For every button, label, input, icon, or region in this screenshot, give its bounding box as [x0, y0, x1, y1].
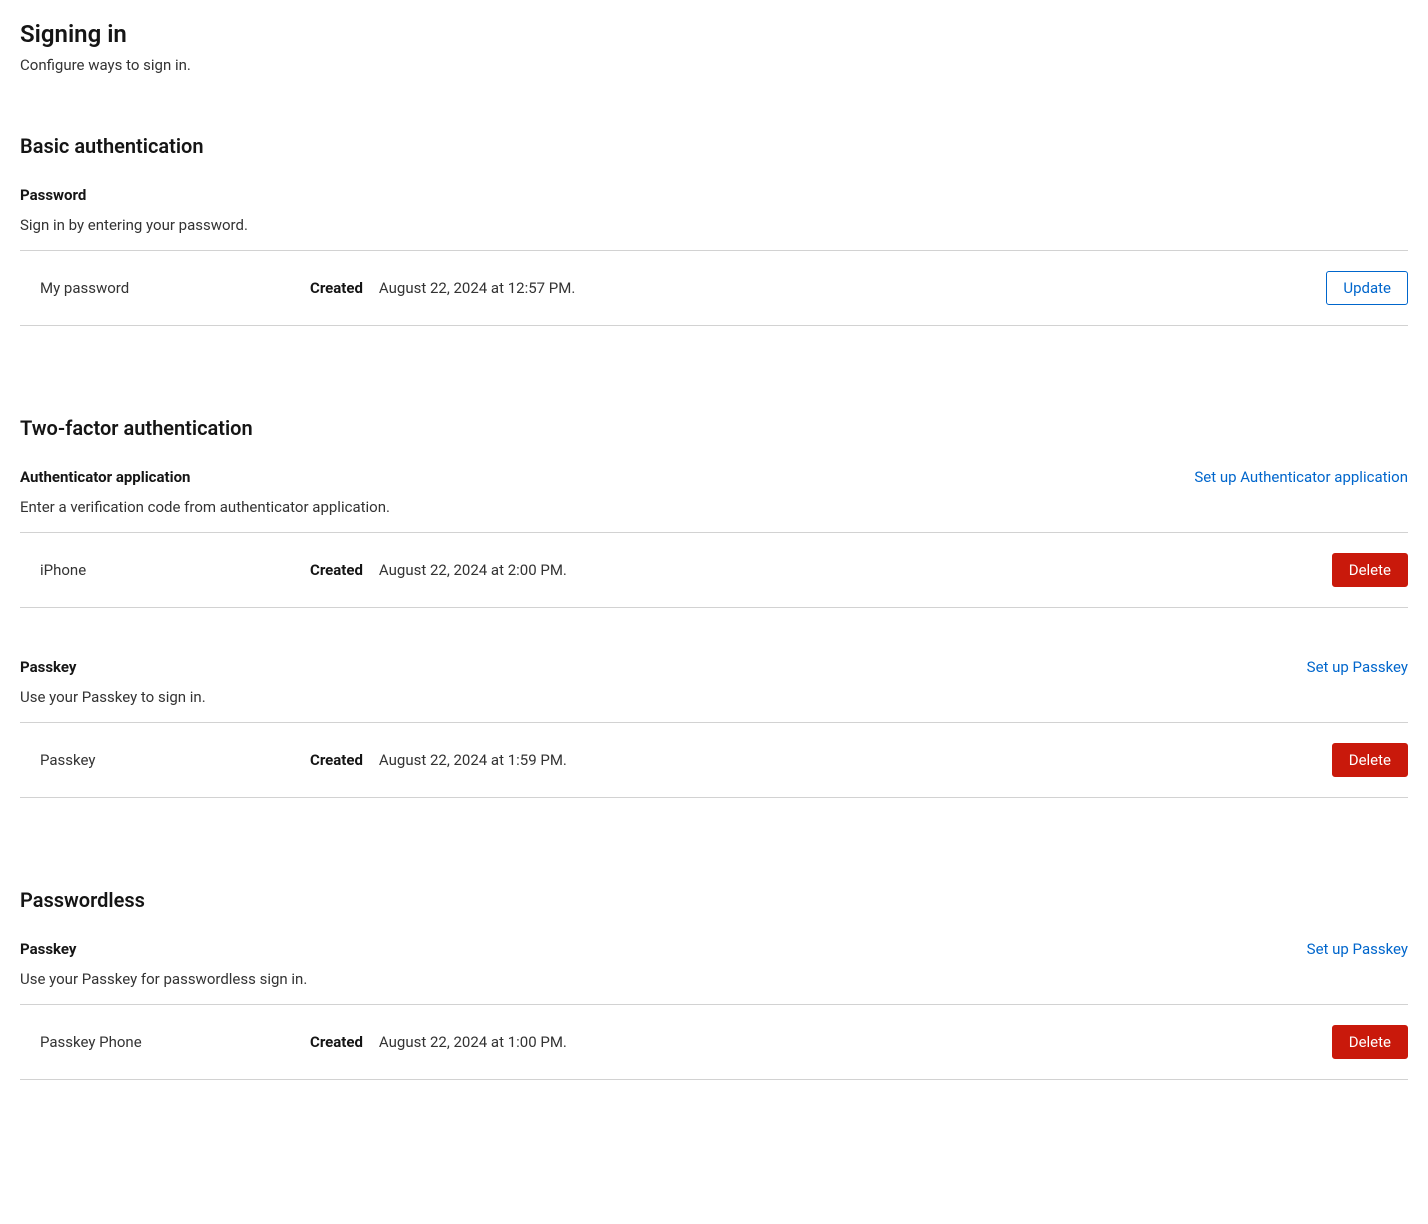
- authapp-created-value: August 22, 2024 at 2:00 PM.: [379, 561, 1332, 579]
- twofactor-passkey-created-label: Created: [310, 751, 363, 769]
- subsection-passwordless-passkey: Passkey Use your Passkey for passwordles…: [20, 940, 1408, 1080]
- passwordless-passkey-item-name: Passkey Phone: [40, 1033, 310, 1051]
- setup-twofactor-passkey-link[interactable]: Set up Passkey: [1307, 658, 1408, 676]
- section-twofactor-title: Two-factor authentication: [20, 416, 1408, 440]
- page-title: Signing in: [20, 20, 1408, 48]
- update-password-button[interactable]: Update: [1326, 271, 1408, 305]
- authapp-desc: Enter a verification code from authentic…: [20, 498, 390, 516]
- password-desc: Sign in by entering your password.: [20, 216, 248, 234]
- subsection-twofactor-passkey: Passkey Use your Passkey to sign in. Set…: [20, 658, 1408, 798]
- passwordless-passkey-title: Passkey: [20, 940, 307, 958]
- twofactor-passkey-created-value: August 22, 2024 at 1:59 PM.: [379, 751, 1332, 769]
- authapp-title: Authenticator application: [20, 468, 390, 486]
- delete-twofactor-passkey-button[interactable]: Delete: [1332, 743, 1408, 777]
- subsection-authapp: Authenticator application Enter a verifi…: [20, 468, 1408, 608]
- twofactor-passkey-desc: Use your Passkey to sign in.: [20, 688, 206, 706]
- setup-authapp-link[interactable]: Set up Authenticator application: [1194, 468, 1408, 486]
- subsection-password: Password Sign in by entering your passwo…: [20, 186, 1408, 326]
- password-item-row: My password Created August 22, 2024 at 1…: [20, 250, 1408, 326]
- setup-passwordless-passkey-link[interactable]: Set up Passkey: [1307, 940, 1408, 958]
- twofactor-passkey-item-name: Passkey: [40, 751, 310, 769]
- section-passwordless-title: Passwordless: [20, 888, 1408, 912]
- passwordless-passkey-desc: Use your Passkey for passwordless sign i…: [20, 970, 307, 988]
- passwordless-passkey-created-label: Created: [310, 1033, 363, 1051]
- authapp-item-row: iPhone Created August 22, 2024 at 2:00 P…: [20, 532, 1408, 608]
- password-created-label: Created: [310, 279, 363, 297]
- authapp-created-label: Created: [310, 561, 363, 579]
- authapp-item-name: iPhone: [40, 561, 310, 579]
- twofactor-passkey-title: Passkey: [20, 658, 206, 676]
- page-subtitle: Configure ways to sign in.: [20, 56, 1408, 74]
- twofactor-passkey-item-row: Passkey Created August 22, 2024 at 1:59 …: [20, 722, 1408, 798]
- delete-authapp-button[interactable]: Delete: [1332, 553, 1408, 587]
- passwordless-passkey-item-row: Passkey Phone Created August 22, 2024 at…: [20, 1004, 1408, 1080]
- password-item-name: My password: [40, 279, 310, 297]
- password-created-value: August 22, 2024 at 12:57 PM.: [379, 279, 1326, 297]
- password-title: Password: [20, 186, 248, 204]
- passwordless-passkey-created-value: August 22, 2024 at 1:00 PM.: [379, 1033, 1332, 1051]
- delete-passwordless-passkey-button[interactable]: Delete: [1332, 1025, 1408, 1059]
- section-basic-title: Basic authentication: [20, 134, 1408, 158]
